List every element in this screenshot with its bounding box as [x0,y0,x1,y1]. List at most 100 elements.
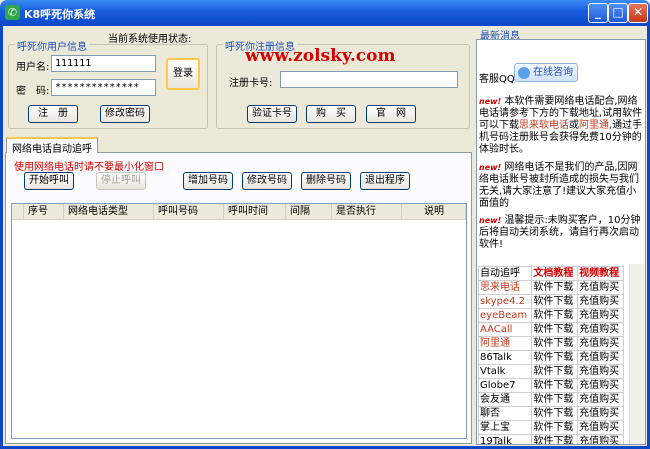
software-name: Vtalk [477,364,533,379]
news-link-alitong[interactable]: 阿里通 [579,120,609,131]
software-row: Globe7 软件下载 充值购买 [477,378,624,393]
new-badge: new! [479,97,502,106]
maximize-button[interactable]: □ [608,3,628,23]
software-row: skype4.2 软件下载 充值购买 [477,294,624,309]
new-badge: new! [479,216,502,225]
minimize-button[interactable]: _ [588,3,608,23]
download-link[interactable]: 软件下载 [531,378,579,393]
delete-number-button[interactable]: 删除号码 [301,172,351,190]
software-name: 思来电话 [477,280,533,295]
user-info-title: 呼死你用户信息 [15,38,89,53]
software-name: 聊否 [477,406,533,421]
start-call-button[interactable]: 开始呼叫 [24,172,74,190]
news-item-3: new! 温馨提示:未购买客户，10分钟后将自动关闭系统，请自行再次启动软件! [479,215,645,251]
add-number-button[interactable]: 增加号码 [183,172,233,190]
news-content: 客服QQ 在线咨询 new! 本软件需要网络电话配合,网络电话请参考下方的下载地… [476,39,646,445]
card-number-input[interactable] [280,71,458,88]
news-panel: 最新消息 客服QQ 在线咨询 new! 本软件需要网络电话配合,网络电话请参考下… [476,27,646,445]
software-row: 19Talk 软件下载 充值购买 [477,434,624,444]
login-button[interactable]: 登录 [166,58,200,90]
tab-auto-call[interactable]: 网络电话自动追呼 [6,137,98,155]
column-execute[interactable]: 是否执行 [332,204,402,220]
username-label: 用户名: [16,62,50,73]
edit-number-button[interactable]: 修改号码 [242,172,292,190]
change-password-button[interactable]: 修改密码 [100,105,150,123]
news-scrollbar[interactable] [629,264,645,444]
close-button[interactable]: ✕ [628,3,648,23]
news-link-silai[interactable]: 思来软电话 [519,120,569,131]
verify-card-button[interactable]: 验证卡号 [247,105,297,123]
download-link[interactable]: 软件下载 [531,322,579,337]
card-number-label: 注册卡号: [229,78,273,89]
news-text: 或 [569,120,579,131]
password-input[interactable]: ************** [51,79,156,96]
recharge-link[interactable]: 充值购买 [577,364,624,379]
software-row: 86Talk 软件下载 充值购买 [477,350,624,365]
software-name: AACall [477,322,533,337]
header-doc-tutorial[interactable]: 文档教程 [531,266,579,281]
download-link[interactable]: 软件下载 [531,364,579,379]
news-item-1: new! 本软件需要网络电话配合,网络电话请参考下方的下载地址,试用软件可以下载… [479,96,645,156]
column-note[interactable]: 说明 [402,204,466,220]
recharge-link[interactable]: 充值购买 [577,294,624,309]
recharge-link[interactable]: 充值购买 [577,420,624,435]
header-video-tutorial[interactable]: 视频教程 [577,266,624,281]
software-name: eyeBeam [477,308,533,323]
recharge-link[interactable]: 充值购买 [577,378,624,393]
software-name: 会友通 [477,392,533,407]
column-index[interactable]: 序号 [24,204,64,220]
recharge-link[interactable]: 充值购买 [577,322,624,337]
software-name: 掌上宝 [477,420,533,435]
recharge-link[interactable]: 充值购买 [577,406,624,421]
call-list-table[interactable]: 序号 网络电话类型 呼叫号码 呼叫时间 间隔 是否执行 说明 [11,203,467,439]
recharge-link[interactable]: 充值购买 [577,308,624,323]
phone-icon: ✆ [5,5,20,20]
download-link[interactable]: 软件下载 [531,336,579,351]
status-label: 当前系统使用状态: [108,34,192,45]
software-row: 阿里通 软件下载 充值购买 [477,336,624,351]
software-name: 19Talk [477,434,533,444]
download-link[interactable]: 软件下载 [531,420,579,435]
news-item-2: new! 网络电话不是我们的产品,因网络电话账号被封所造成的损失与我们无关,请大… [479,162,645,210]
new-badge: new! [479,163,502,172]
username-input[interactable]: 111111 [51,55,156,72]
software-name: 86Talk [477,350,533,365]
software-row: Vtalk 软件下载 充值购买 [477,364,624,379]
register-button[interactable]: 注 册 [28,105,78,123]
software-row: 掌上宝 软件下载 充值购买 [477,420,624,435]
recharge-link[interactable]: 充值购买 [577,280,624,295]
column-select[interactable] [12,204,24,220]
download-link[interactable]: 软件下载 [531,350,579,365]
column-interval[interactable]: 间隔 [286,204,332,220]
software-name: 阿里通 [477,336,533,351]
window-title: K8呼死你系统 [24,8,96,21]
download-link[interactable]: 软件下载 [531,434,579,444]
software-name: skype4.2 [477,294,533,309]
online-consult-button[interactable]: 在线咨询 [514,63,578,82]
download-link[interactable]: 软件下载 [531,280,579,295]
news-text: 温馨提示:未购买客户，10分钟后将自动关闭系统，请自行再次启动软件! [479,215,641,250]
buy-button[interactable]: 购 买 [306,105,356,123]
software-table-header: 自动追呼 文档教程 视频教程 [477,266,624,281]
recharge-link[interactable]: 充值购买 [577,392,624,407]
recharge-link[interactable]: 充值购买 [577,350,624,365]
website-button[interactable]: 官 网 [366,105,416,123]
software-row: 聊否 软件下载 充值购买 [477,406,624,421]
recharge-link[interactable]: 充值购买 [577,336,624,351]
exit-program-button[interactable]: 退出程序 [360,172,410,190]
online-consult-label: 在线咨询 [533,67,573,78]
software-row: 思来电话 软件下载 充值购买 [477,280,624,295]
software-row: eyeBeam 软件下载 充值购买 [477,308,624,323]
column-type[interactable]: 网络电话类型 [64,204,154,220]
column-time[interactable]: 呼叫时间 [224,204,286,220]
stop-call-button[interactable]: 停止呼叫 [96,172,146,190]
download-link[interactable]: 软件下载 [531,406,579,421]
table-header: 序号 网络电话类型 呼叫号码 呼叫时间 间隔 是否执行 说明 [12,204,466,220]
title-bar: ✆ K8呼死你系统 _ □ ✕ [0,0,650,26]
recharge-link[interactable]: 充值购买 [577,434,624,444]
warning-text: 使用网络电话时请不要最小化窗口 [14,162,164,173]
column-number[interactable]: 呼叫号码 [154,204,224,220]
download-link[interactable]: 软件下载 [531,392,579,407]
download-link[interactable]: 软件下载 [531,294,579,309]
download-link[interactable]: 软件下载 [531,308,579,323]
